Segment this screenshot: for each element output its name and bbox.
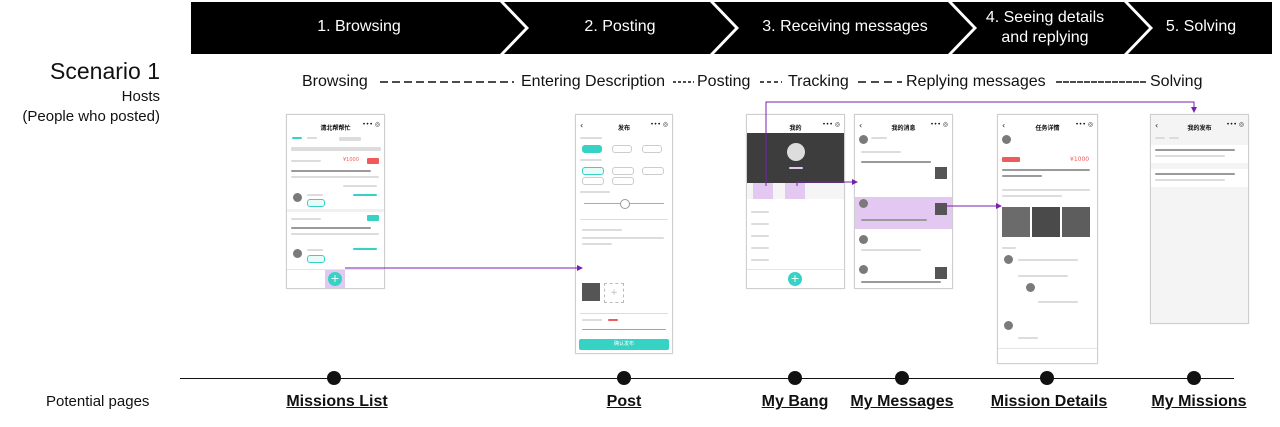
transition-arrows — [345, 101, 1197, 271]
page-label-mission-details: Mission Details — [990, 393, 1108, 410]
arrow-bang-to-messages — [796, 179, 858, 186]
timeline-dot — [617, 371, 631, 385]
page-label-post: Post — [606, 393, 642, 410]
timeline-dot — [327, 371, 341, 385]
timeline-dot — [895, 371, 909, 385]
potential-pages-label: Potential pages — [46, 393, 150, 410]
timeline-dot — [1187, 371, 1201, 385]
timeline-dot — [1040, 371, 1054, 385]
page-label-my-missions: My Missions — [1151, 393, 1247, 410]
page-label-my-messages: My Messages — [850, 393, 954, 410]
arrow-bang-to-missions — [765, 101, 1197, 186]
timeline-dot — [788, 371, 802, 385]
page-label-my-bang: My Bang — [761, 393, 829, 410]
page-label-missions-list: Missions List — [286, 393, 388, 410]
